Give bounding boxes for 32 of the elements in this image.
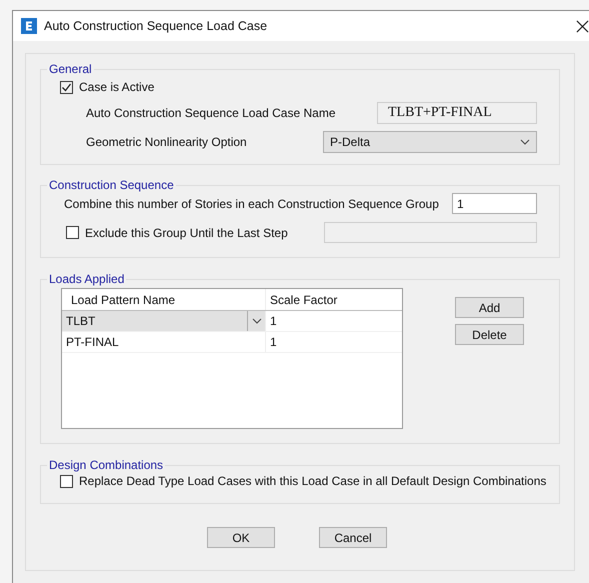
chevron-down-icon (520, 139, 530, 145)
checkbox[interactable] (60, 474, 73, 488)
table-cell[interactable]: 1 (266, 332, 402, 352)
dialog-button[interactable]: Cancel (319, 527, 387, 548)
nonlinearity-dropdown[interactable]: P-Delta (323, 131, 537, 153)
checkbox[interactable] (60, 80, 73, 94)
field-label: Geometric Nonlinearity Option (86, 135, 247, 149)
close-icon[interactable] (576, 20, 589, 32)
table-cell[interactable]: PT-FINAL (62, 332, 266, 352)
table-cell[interactable]: 1 (266, 311, 402, 331)
chevron-down-icon (252, 318, 262, 324)
stories-count-field[interactable]: 1 (452, 193, 537, 214)
checkbox-label: Replace Dead Type Load Cases with this Load Case in all Default Design Combinations (79, 474, 546, 488)
field-label: Combine this number of Stories in each Construction Sequence Group (64, 196, 439, 210)
column-header: Load Pattern Name (62, 289, 266, 310)
window-title: Auto Construction Sequence Load Case (44, 19, 268, 33)
dialog-button[interactable]: OK (207, 527, 275, 548)
group-legend: General (47, 62, 94, 76)
checkbox-label: Case is Active (79, 80, 154, 94)
load-pattern-dropdown[interactable]: TLBT (62, 311, 266, 331)
group-legend: Design Combinations (47, 458, 166, 472)
group-legend: Loads Applied (47, 272, 126, 286)
checkbox-label: Exclude this Group Until the Last Step (85, 226, 288, 240)
table-action-button[interactable]: Add (455, 297, 524, 318)
column-header: Scale Factor (269, 292, 338, 308)
app-logo-icon (21, 18, 37, 34)
checkbox[interactable] (66, 226, 79, 239)
load-case-name-field[interactable]: TLBT+PT-FINAL (377, 102, 537, 124)
field-label: Auto Construction Sequence Load Case Name (86, 106, 336, 120)
group-field[interactable] (324, 222, 537, 243)
table-action-button[interactable]: Delete (455, 324, 524, 345)
group-legend: Construction Sequence (47, 178, 176, 192)
